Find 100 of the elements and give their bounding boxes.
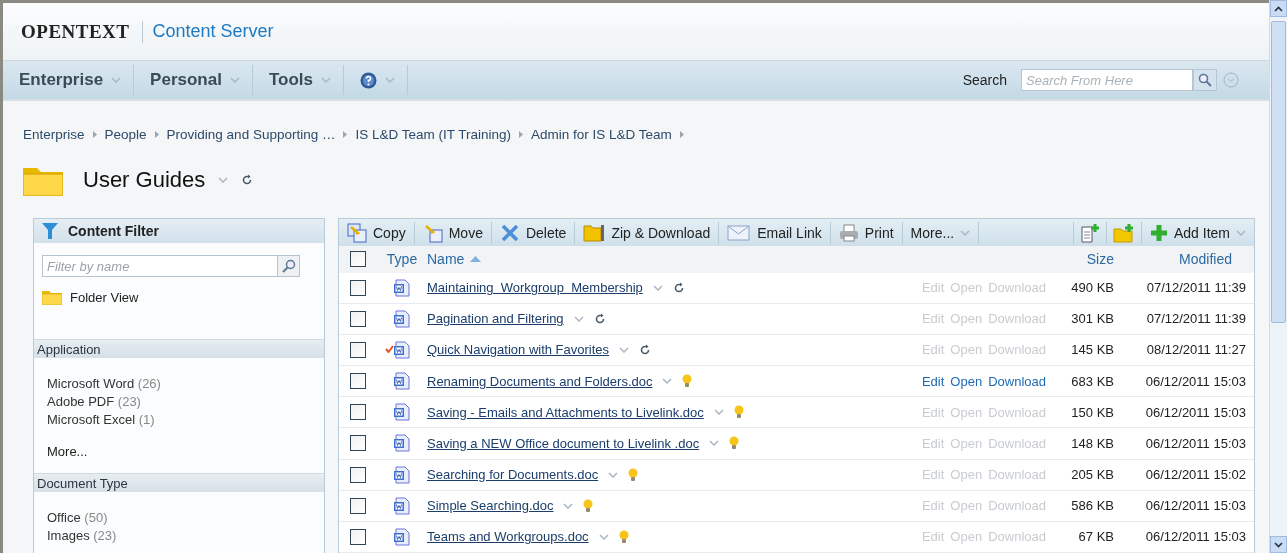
size-cell-text: 205 KB [1070,467,1114,483]
search-icon [1198,73,1212,87]
chevron-icon [519,131,523,138]
document-link[interactable]: Simple Searching.doc [427,498,554,514]
size-cell-text: 148 KB [1070,435,1114,451]
refresh-icon[interactable] [639,343,652,356]
folder-plus-icon [1112,222,1135,243]
row-checkbox[interactable] [350,373,366,390]
row-checkbox[interactable] [350,528,366,545]
column-header[interactable]: Modified [1179,251,1232,268]
modified-cell-text: 06/12/2011 15:03 [1144,529,1247,545]
refresh-icon[interactable] [593,312,606,325]
row-checkbox[interactable] [350,466,366,483]
nav-menu[interactable]: Tools [252,65,344,95]
row-checkbox[interactable] [350,435,366,452]
modified-cell-text: 06/12/2011 15:02 [1144,467,1247,483]
filter-field[interactable]: Filter by name [42,255,278,277]
print-button[interactable]: Print [830,221,903,244]
document-link[interactable]: Searching for Documents.doc [427,467,599,483]
row-checkbox[interactable] [350,310,366,327]
move-button[interactable]: Move [414,221,492,244]
action-link[interactable]: Download [988,373,1046,389]
row-checkbox[interactable] [350,279,366,296]
email-button[interactable]: Email Link [719,221,831,244]
document-icon [393,465,411,484]
column-header[interactable]: Type [386,251,418,268]
nav-menu[interactable]: Enterprise [3,65,135,95]
caret-icon [608,471,619,478]
row-checkbox[interactable] [350,341,366,358]
size-cell-text: 586 KB [1070,498,1114,514]
caret-icon [713,409,724,416]
section-header: Document Type [34,473,324,492]
document-link[interactable]: Renaming Documents and Folders.doc [427,373,653,389]
more-link[interactable]: More... [47,443,324,461]
zip-button[interactable]: Zip & Download [575,221,720,244]
size-cell-text: 490 KB [1070,280,1114,296]
brand-logo: OPENTEXT [21,20,143,43]
section-header: Application [34,339,324,358]
document-icon [393,527,411,546]
modified-cell-text: 07/12/2011 11:39 [1145,311,1247,327]
breadcrumb-link[interactable]: Enterprise [23,127,85,142]
modified-cell-text: 08/12/2011 11:27 [1145,342,1247,358]
caret-icon [960,229,971,236]
more-menu[interactable]: More... [902,221,980,244]
scrollbar[interactable] [1269,0,1287,553]
select-all-checkbox[interactable] [350,251,366,268]
filter-option[interactable]: Images (23) [47,527,324,545]
search-button[interactable] [1193,69,1217,91]
caret-icon [217,177,230,183]
copy-button[interactable]: Copy [339,221,415,244]
delete-button[interactable]: Delete [491,221,576,244]
document-icon [393,278,411,297]
add-item-menu[interactable]: Add Item [1140,221,1254,244]
search-button[interactable] [278,255,300,277]
breadcrumb-link[interactable]: Admin for IS L&D Team [531,127,672,142]
breadcrumb-link[interactable]: People [104,127,147,142]
filter-option[interactable]: Microsoft Excel (1) [47,411,324,429]
caret-icon [598,533,609,540]
scroll-up-icon[interactable] [1274,5,1283,12]
refresh-icon[interactable] [672,281,685,294]
copy-icon [347,222,367,243]
document-link[interactable]: Maintaining Workgroup Membership [427,280,643,296]
product-name: Content Server [151,21,274,42]
document-icon [393,340,411,359]
scroll-down-icon[interactable] [1274,541,1283,548]
breadcrumb-link[interactable]: IS L&D Team (IT Training) [355,127,511,142]
folder-icon [42,289,62,305]
document-link[interactable]: Saving a NEW Office document to Livelink .doc [427,435,700,451]
chevron-icon [343,131,348,138]
document-link[interactable]: Teams and Workgroups.doc [427,529,589,545]
zip-folder-icon [583,222,606,243]
document-link[interactable]: Saving - Emails and Attachments to Livelink.doc [427,404,704,420]
search-field[interactable]: Search From Here [1021,69,1193,91]
chevron-icon [679,131,684,138]
breadcrumb-link[interactable]: Providing and Supporting … [166,127,336,142]
action-link[interactable]: Open [950,373,983,389]
caret-icon [573,315,584,322]
document-link[interactable]: Pagination and Filtering [427,311,564,327]
column-header[interactable]: Size [1086,251,1114,268]
lightbulb-icon [729,436,740,451]
filter-option[interactable]: Microsoft Word (26) [47,375,324,393]
size-cell-text: 145 KB [1070,342,1114,358]
nav-menu[interactable]: Personal [134,65,253,95]
row-checkbox[interactable] [350,497,366,514]
column-header[interactable]: Name [427,251,465,268]
row-checkbox[interactable] [350,404,366,421]
action-link[interactable]: Edit [921,373,945,389]
size-cell-text: 301 KB [1070,311,1114,327]
modified-cell-text: 06/12/2011 15:03 [1144,373,1247,389]
size-cell-text: 150 KB [1070,404,1114,420]
modified-cell-text: 07/12/2011 11:39 [1145,280,1247,296]
help-icon [360,71,377,89]
sort-ascending-icon [470,256,482,263]
document-link[interactable]: Quick Navigation with Favorites [427,342,610,358]
filter-option[interactable]: Adobe PDF (23) [47,393,324,411]
folder-view-link[interactable]: Folder View [42,287,324,307]
document-icon [393,403,411,422]
refresh-icon[interactable] [241,174,254,186]
filter-option[interactable]: Office (50) [47,509,324,527]
search-icon [281,259,296,273]
